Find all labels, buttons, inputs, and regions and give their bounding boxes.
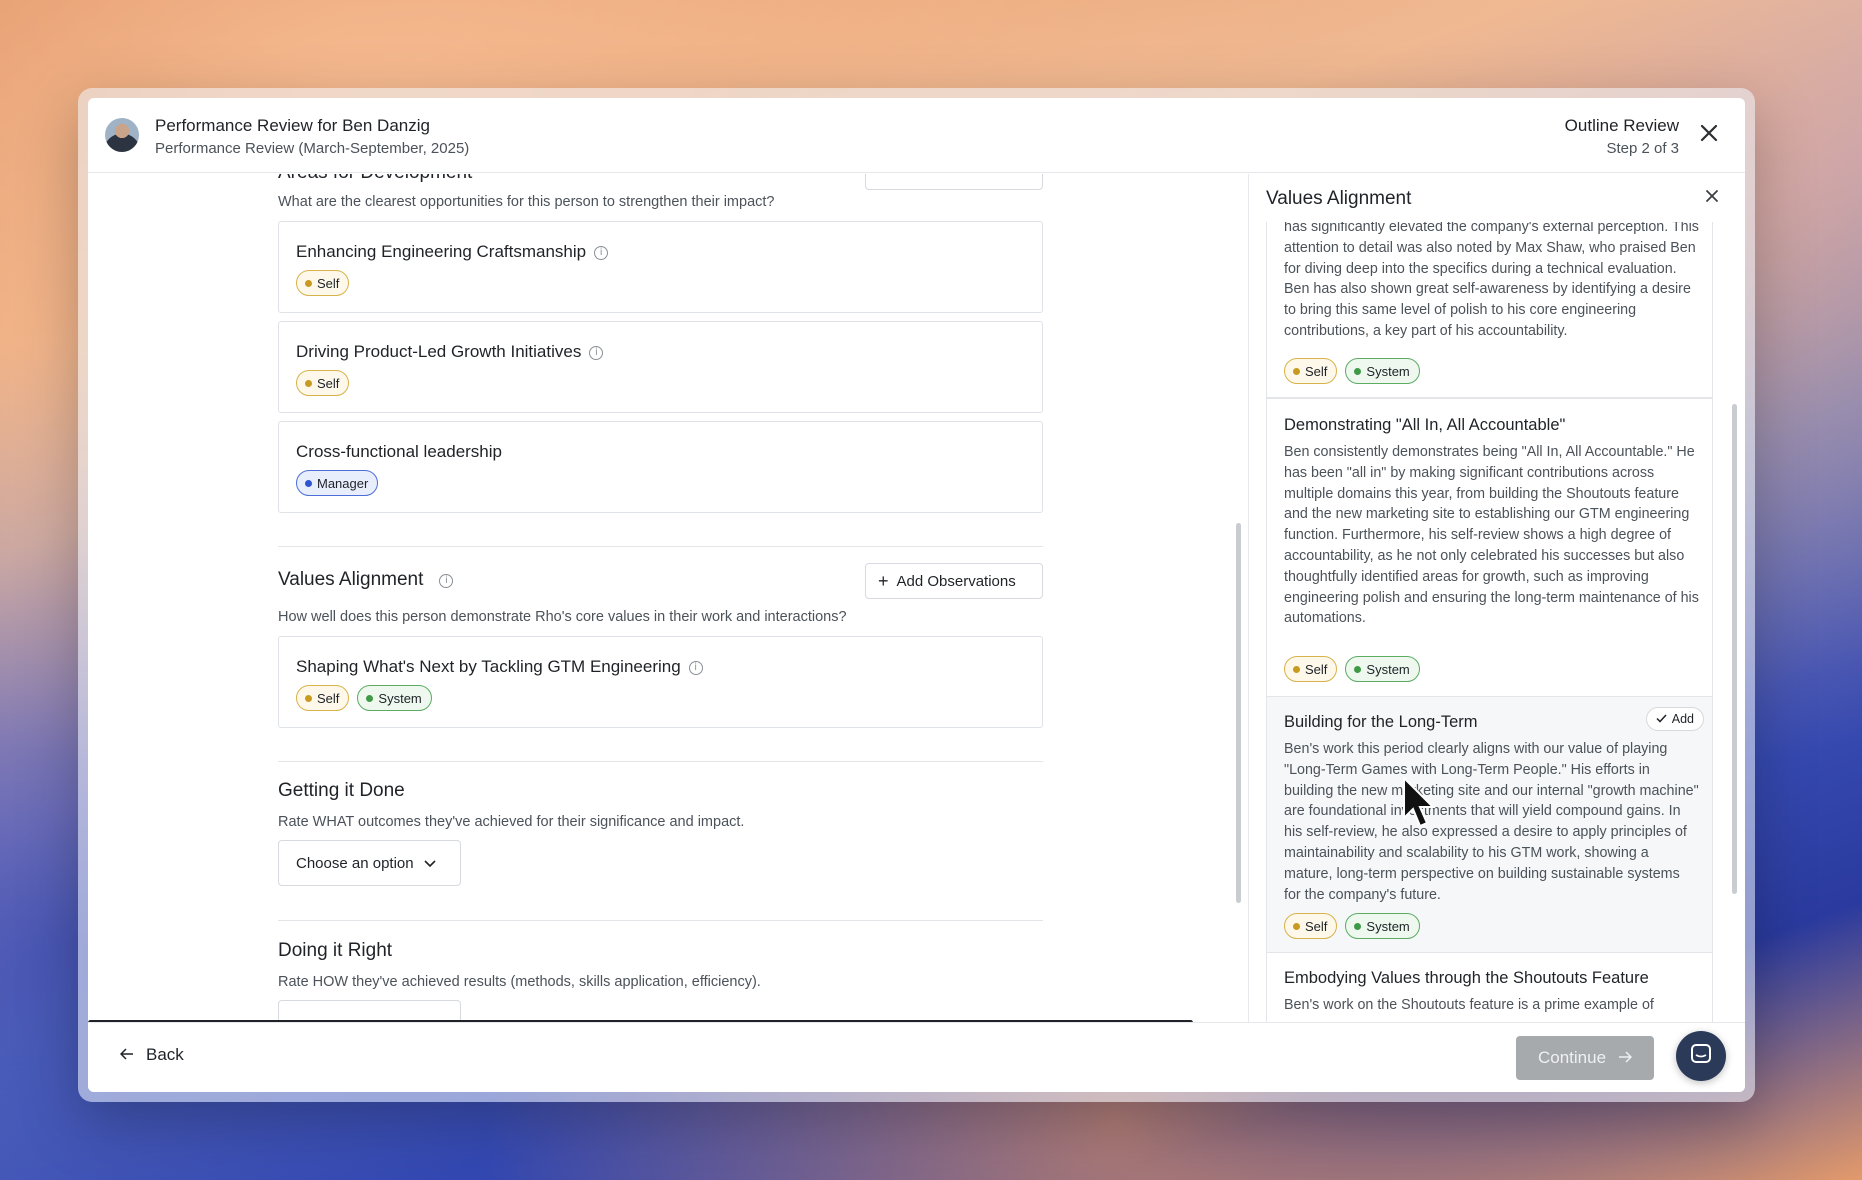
section-divider	[278, 761, 1043, 762]
continue-button[interactable]: Continue	[1516, 1036, 1654, 1080]
modal-header: Performance Review for Ben Danzig Perfor…	[88, 98, 1745, 173]
getting-it-done-description: Rate WHAT outcomes they've achieved for …	[278, 814, 745, 830]
system-badge: System	[1345, 358, 1420, 384]
development-card[interactable]: Driving Product-Led Growth Initiatives i …	[278, 321, 1043, 413]
doing-it-right-heading: Doing it Right	[278, 940, 393, 961]
info-icon[interactable]: i	[439, 573, 454, 588]
panel-close-icon[interactable]	[1705, 186, 1719, 209]
manager-badge: Manager	[296, 470, 379, 496]
values-card[interactable]: Shaping What's Next by Tackling GTM Engi…	[278, 636, 1043, 728]
self-badge: Self	[296, 270, 350, 296]
values-alignment-heading: Values Alignment	[278, 569, 424, 590]
outline-review-label: Outline Review	[1564, 116, 1679, 135]
avatar	[105, 118, 139, 152]
main-scrollbar[interactable]	[1236, 523, 1241, 903]
system-badge: System	[357, 685, 432, 711]
observation-card[interactable]: Building for the Long-Term Add Ben's wor…	[1266, 696, 1713, 953]
areas-add-observations-button[interactable]	[865, 174, 1043, 190]
self-badge: Self	[296, 370, 350, 396]
development-card[interactable]: Enhancing Engineering Craftsmanship i Sel…	[278, 221, 1043, 313]
observation-body: Ben's work on the Shoutouts feature is a…	[1284, 997, 1654, 1013]
close-icon[interactable]	[1695, 120, 1723, 148]
observation-title: Demonstrating "All In, All Accountable"	[1284, 416, 1566, 434]
observation-body: has significantly elevated the company's…	[1284, 222, 1699, 339]
areas-for-development-heading: Areas for Development	[278, 174, 472, 183]
panel-scroll-area[interactable]: has significantly elevated the company's…	[1266, 222, 1713, 1022]
back-button[interactable]: Back	[119, 1045, 184, 1065]
self-badge: Self	[1284, 913, 1338, 939]
page-title: Performance Review for Ben Danzig	[155, 116, 430, 135]
observation-card[interactable]: Demonstrating "All In, All Accountable" …	[1266, 398, 1713, 697]
getting-it-done-heading: Getting it Done	[278, 780, 405, 801]
values-card-title: Shaping What's Next by Tackling GTM Engi…	[296, 657, 681, 676]
arrow-right-icon	[1618, 1048, 1633, 1068]
doing-it-right-select[interactable]	[278, 1000, 461, 1022]
self-badge: Self	[296, 685, 350, 711]
add-observation-button[interactable]: Add	[1645, 707, 1704, 731]
panel-title: Values Alignment	[1266, 188, 1412, 209]
main-content[interactable]: Areas for Development What are the clear…	[88, 174, 1248, 1022]
doing-it-right-description: Rate HOW they've achieved results (metho…	[278, 974, 761, 990]
review-modal: Performance Review for Ben Danzig Perfor…	[88, 98, 1745, 1092]
chat-support-button[interactable]	[1676, 1031, 1726, 1081]
observation-card[interactable]: has significantly elevated the company's…	[1266, 222, 1713, 398]
getting-it-done-select[interactable]: Choose an option	[278, 840, 461, 886]
chat-icon	[1689, 1042, 1713, 1071]
info-icon[interactable]: i	[688, 660, 703, 675]
observation-title: Embodying Values through the Shoutouts F…	[1284, 969, 1649, 987]
section-divider	[278, 546, 1043, 547]
system-badge: System	[1345, 913, 1420, 939]
areas-description: What are the clearest opportunities for …	[278, 194, 775, 210]
panel-scrollbar[interactable]	[1732, 404, 1737, 894]
section-divider	[278, 920, 1043, 921]
step-indicator: Step 2 of 3	[1606, 140, 1679, 157]
modal-footer: Back Continue	[88, 1022, 1745, 1092]
self-badge: Self	[1284, 358, 1338, 384]
development-card-title: Driving Product-Led Growth Initiatives	[296, 342, 582, 361]
check-icon	[1656, 712, 1667, 726]
page-subtitle: Performance Review (March-September, 202…	[155, 140, 470, 157]
arrow-left-icon	[119, 1045, 134, 1065]
observation-body: Ben consistently demonstrates being "All…	[1284, 444, 1699, 627]
observation-card[interactable]: Embodying Values through the Shoutouts F…	[1266, 952, 1713, 1022]
info-icon[interactable]: i	[594, 245, 609, 260]
add-observations-button[interactable]: + Add Observations	[865, 563, 1043, 599]
values-alignment-panel: Values Alignment has significantly eleva…	[1248, 174, 1745, 1022]
observation-body: Ben's work this period clearly aligns wi…	[1284, 741, 1699, 903]
development-card-title: Enhancing Engineering Craftsmanship	[296, 242, 587, 261]
plus-icon: +	[878, 571, 889, 591]
development-card-title: Cross-functional leadership	[296, 442, 502, 461]
info-icon[interactable]: i	[589, 345, 604, 360]
system-badge: System	[1345, 656, 1420, 682]
development-card[interactable]: Cross-functional leadership Manager	[278, 421, 1043, 513]
chevron-down-icon	[424, 855, 436, 872]
observation-title: Building for the Long-Term	[1284, 713, 1478, 731]
values-description: How well does this person demonstrate Rh…	[278, 609, 847, 625]
self-badge: Self	[1284, 656, 1338, 682]
